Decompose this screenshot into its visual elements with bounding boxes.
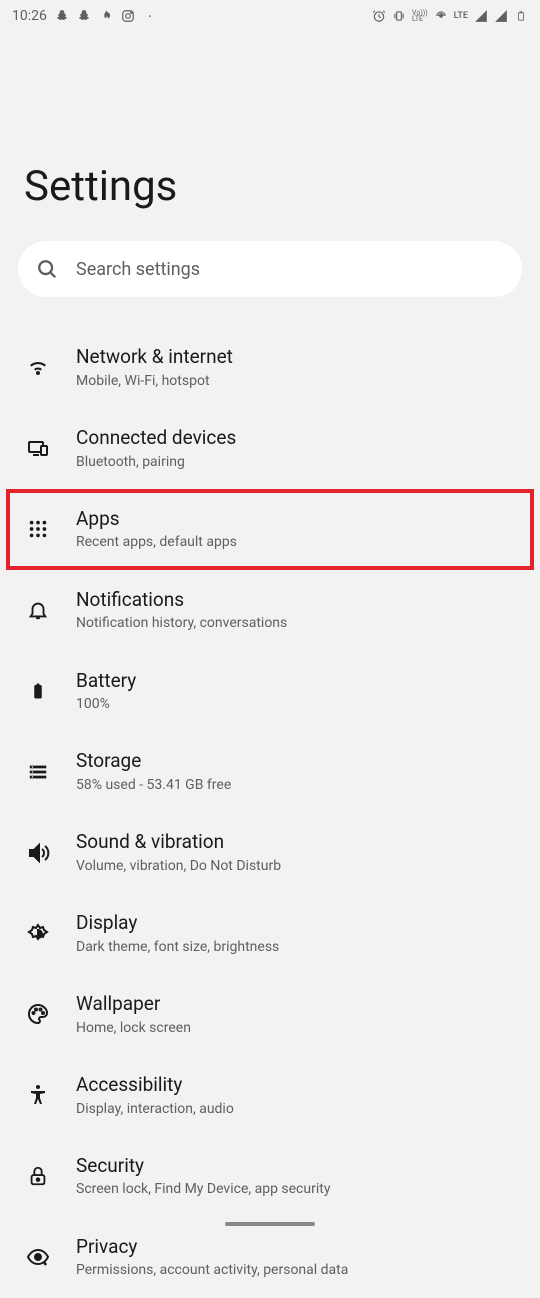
setting-subtitle: Bluetooth, pairing	[76, 453, 516, 471]
speaker-icon	[24, 839, 52, 867]
setting-title: Notifications	[76, 588, 516, 613]
wifi-icon	[24, 353, 52, 381]
settings-item-sound[interactable]: Sound & vibration Volume, vibration, Do …	[0, 812, 540, 893]
settings-item-connected-devices[interactable]: Connected devices Bluetooth, pairing	[0, 408, 540, 489]
setting-subtitle: Home, lock screen	[76, 1019, 516, 1037]
setting-subtitle: 58% used - 53.41 GB free	[76, 776, 516, 794]
setting-title: Security	[76, 1154, 516, 1179]
setting-subtitle: Display, interaction, audio	[76, 1100, 516, 1118]
setting-title: Sound & vibration	[76, 830, 516, 855]
setting-title: Privacy	[76, 1235, 516, 1260]
settings-item-notifications[interactable]: Notifications Notification history, conv…	[0, 570, 540, 651]
snapchat-notif-icon-2	[77, 9, 91, 23]
setting-subtitle: Notification history, conversations	[76, 614, 516, 632]
bell-icon	[24, 596, 52, 624]
settings-item-accessibility[interactable]: Accessibility Display, interaction, audi…	[0, 1055, 540, 1136]
hotspot-icon	[434, 9, 448, 23]
devices-icon	[24, 434, 52, 462]
settings-item-privacy[interactable]: Privacy Permissions, account activity, p…	[0, 1217, 540, 1298]
settings-list: Network & internet Mobile, Wi-Fi, hotspo…	[0, 327, 540, 1298]
setting-title: Connected devices	[76, 426, 516, 451]
brightness-icon	[24, 920, 52, 948]
setting-title: Display	[76, 911, 516, 936]
accessibility-icon	[24, 1081, 52, 1109]
setting-title: Apps	[76, 507, 516, 532]
instagram-notif-icon	[121, 9, 135, 23]
settings-item-display[interactable]: Display Dark theme, font size, brightnes…	[0, 893, 540, 974]
alarm-icon	[372, 9, 386, 23]
setting-title: Network & internet	[76, 345, 516, 370]
setting-subtitle: Volume, vibration, Do Not Disturb	[76, 857, 516, 875]
settings-item-storage[interactable]: Storage 58% used - 53.41 GB free	[0, 731, 540, 812]
search-icon	[36, 258, 58, 280]
setting-subtitle: Recent apps, default apps	[76, 533, 516, 551]
signal-icon-2	[494, 9, 508, 23]
setting-subtitle: 100%	[76, 695, 516, 713]
status-bar-left: 10:26 •	[12, 8, 157, 24]
nav-handle[interactable]	[225, 1222, 315, 1226]
search-bar[interactable]: Search settings	[18, 241, 522, 297]
status-time: 10:26	[12, 8, 47, 24]
setting-subtitle: Mobile, Wi-Fi, hotspot	[76, 372, 516, 390]
settings-item-apps[interactable]: Apps Recent apps, default apps	[6, 489, 534, 570]
lte-label: LTE	[454, 11, 468, 21]
storage-icon	[24, 758, 52, 786]
settings-item-security[interactable]: Security Screen lock, Find My Device, ap…	[0, 1136, 540, 1217]
status-bar: 10:26 • Vo)))LTE LTE	[0, 0, 540, 32]
setting-subtitle: Permissions, account activity, personal …	[76, 1261, 516, 1279]
snapchat-notif-icon	[55, 9, 69, 23]
status-bar-right: Vo)))LTE LTE	[372, 9, 528, 23]
battery-full-icon	[24, 677, 52, 705]
setting-title: Accessibility	[76, 1073, 516, 1098]
setting-title: Battery	[76, 669, 516, 694]
privacy-eye-icon	[24, 1243, 52, 1271]
volte-icon: Vo)))LTE	[412, 10, 428, 23]
battery-icon	[514, 9, 528, 23]
vibrate-icon	[392, 9, 406, 23]
setting-subtitle: Screen lock, Find My Device, app securit…	[76, 1180, 516, 1198]
settings-item-battery[interactable]: Battery 100%	[0, 651, 540, 732]
signal-icon-1	[474, 9, 488, 23]
search-placeholder: Search settings	[76, 259, 200, 280]
lock-icon	[24, 1162, 52, 1190]
tinder-notif-icon	[99, 9, 113, 23]
page-title: Settings	[0, 32, 540, 241]
settings-item-network[interactable]: Network & internet Mobile, Wi-Fi, hotspo…	[0, 327, 540, 408]
palette-icon	[24, 1000, 52, 1028]
setting-title: Wallpaper	[76, 992, 516, 1017]
apps-grid-icon	[24, 515, 52, 543]
setting-subtitle: Dark theme, font size, brightness	[76, 938, 516, 956]
more-notif-dot: •	[143, 9, 157, 23]
setting-title: Storage	[76, 749, 516, 774]
settings-item-wallpaper[interactable]: Wallpaper Home, lock screen	[0, 974, 540, 1055]
